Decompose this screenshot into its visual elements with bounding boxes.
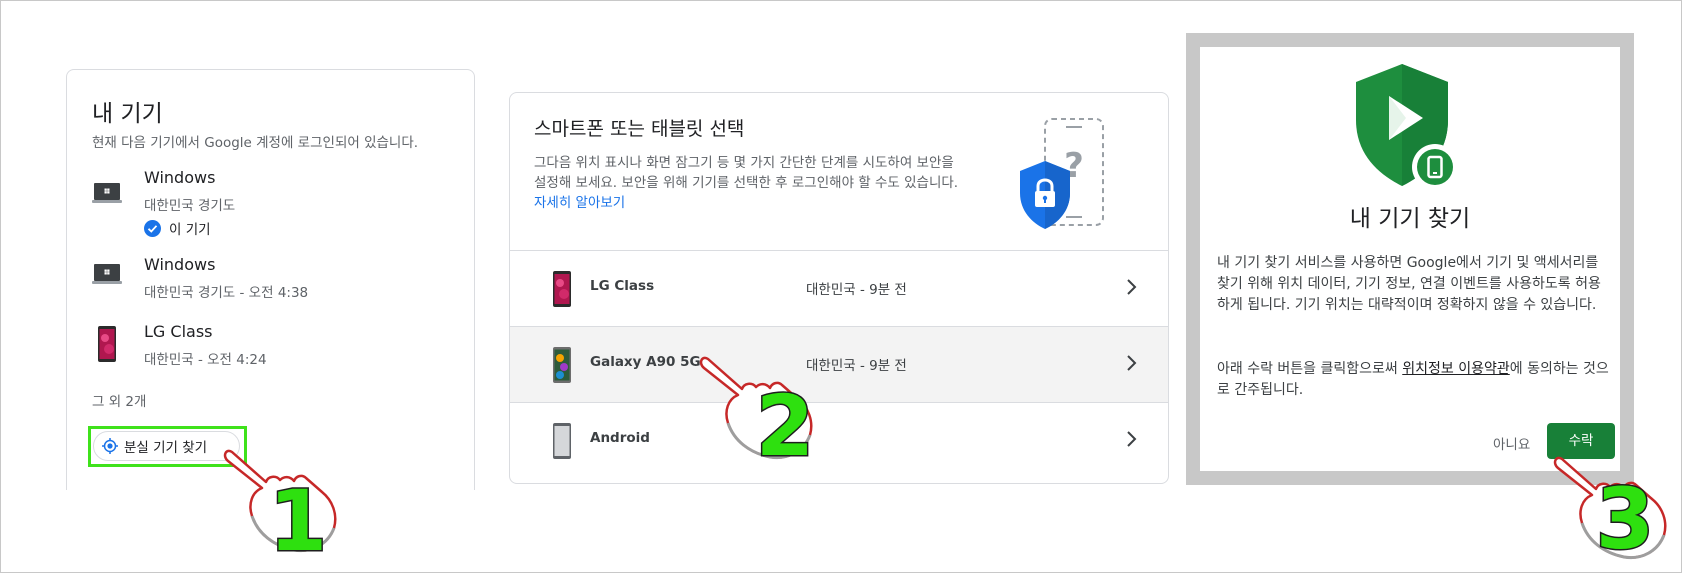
learn-more-link[interactable]: 자세히 알아보기 — [534, 195, 625, 211]
my-devices-title: 내 기기 — [92, 101, 163, 127]
find-my-device-dialog: 내 기기 찾기 내 기기 찾기 서비스를 사용하면 Google에서 기기 및 … — [1200, 47, 1620, 471]
check-circle-icon — [144, 220, 161, 237]
decline-button[interactable]: 아니요 — [1493, 433, 1530, 453]
step-3-label: 3 — [1596, 470, 1654, 560]
laptop-icon — [92, 183, 122, 203]
step-2-label: 2 — [756, 377, 814, 467]
phone-icon — [98, 326, 116, 362]
accept-button[interactable]: 수락 — [1547, 423, 1615, 459]
dialog-title: 내 기기 찾기 — [1349, 206, 1471, 232]
step-1-label: 1 — [269, 472, 327, 562]
select-device-title: 스마트폰 또는 태블릿 선택 — [534, 118, 745, 140]
device-row-name: Galaxy A90 5G — [590, 354, 701, 370]
device-row-galaxy-a90[interactable]: Galaxy A90 5G 대한민국 - 9분 전 — [510, 326, 1168, 403]
location-target-icon — [102, 438, 118, 454]
select-device-card: 스마트폰 또는 태블릿 선택 그다음 위치 표시나 화면 잠그기 등 몇 가지 … — [509, 92, 1169, 484]
more-devices-link[interactable]: 그 외 2개 — [92, 390, 146, 410]
step-number-marker: 3 — [1594, 469, 1655, 561]
device-location: 대한민국 경기도 - 오전 4:38 — [144, 285, 309, 301]
chevron-right-icon — [1127, 431, 1137, 447]
dialog-consent-text: 아래 수락 버튼을 클릭함으로써 위치정보 이용약관에 동의하는 것으로 간주됩… — [1217, 359, 1609, 401]
device-row-time: 대한민국 - 9분 전 — [806, 358, 907, 374]
phone-icon — [553, 271, 571, 307]
device-row-android[interactable]: Android — [510, 402, 1168, 479]
find-lost-device-button[interactable]: 분실 기기 찾기 — [93, 431, 240, 461]
device-name: Windows — [144, 255, 216, 274]
device-name: Windows — [144, 168, 216, 187]
dialog-body: 내 기기 찾기 서비스를 사용하면 Google에서 기기 및 액세서리를 찾기… — [1217, 255, 1601, 313]
consent-prefix: 아래 수락 버튼을 클릭함으로써 — [1217, 361, 1403, 377]
chevron-right-icon — [1127, 355, 1137, 371]
find-lost-device-label: 분실 기기 찾기 — [124, 440, 208, 456]
device-location: 대한민국 경기도 — [144, 198, 236, 214]
device-row-name: LG Class — [590, 278, 655, 294]
select-device-description: 그다음 위치 표시나 화면 잠그기 등 몇 가지 간단한 단계를 시도하여 보안… — [534, 153, 966, 213]
device-row-name: Android — [590, 430, 650, 446]
device-row-time: 대한민국 - 9분 전 — [806, 282, 907, 298]
my-devices-subtitle: 현재 다음 기기에서 Google 계정에 로그인되어 있습니다. — [92, 135, 419, 151]
security-shield-illustration: ? — [1020, 118, 1104, 229]
device-row-lg-class[interactable]: LG Class 대한민국 - 9분 전 — [510, 250, 1168, 327]
this-device-label: 이 기기 — [169, 222, 211, 238]
step-number-marker: 2 — [754, 376, 815, 468]
this-device-badge: 이 기기 — [144, 218, 211, 238]
find-my-device-logo-icon — [1356, 64, 1458, 190]
phone-icon — [553, 347, 571, 383]
device-name: LG Class — [144, 322, 213, 341]
laptop-icon — [92, 264, 122, 284]
my-devices-card: 내 기기 현재 다음 기기에서 Google 계정에 로그인되어 있습니다. W… — [66, 69, 475, 490]
location-terms-link[interactable]: 위치정보 이용약관 — [1402, 361, 1510, 377]
chevron-right-icon — [1127, 279, 1137, 295]
phone-icon — [553, 423, 571, 459]
device-location: 대한민국 - 오전 4:24 — [144, 352, 267, 368]
step-number-marker: 1 — [268, 471, 328, 563]
description-text: 그다음 위치 표시나 화면 잠그기 등 몇 가지 간단한 단계를 시도하여 보안… — [534, 155, 959, 191]
